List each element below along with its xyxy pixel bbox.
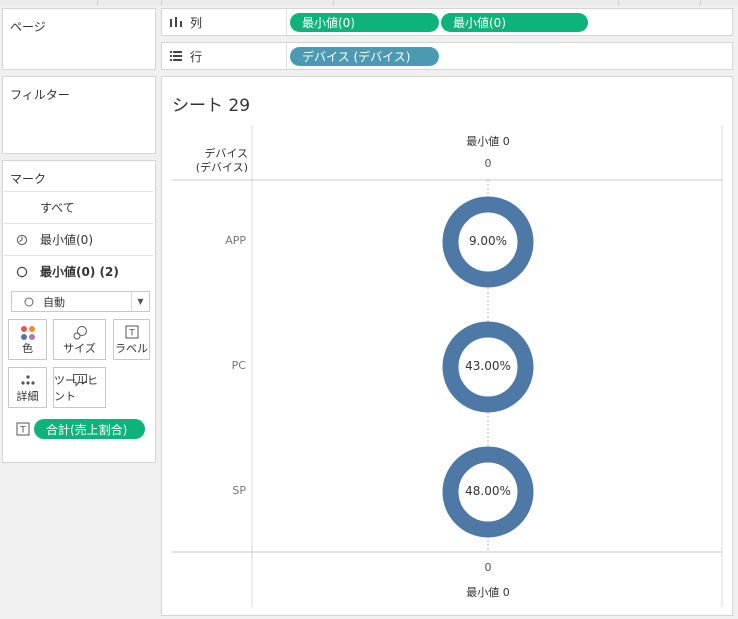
row-label-sp: SP bbox=[232, 484, 246, 497]
mark-type-value: 自動 bbox=[43, 295, 65, 309]
pages-title: ページ bbox=[10, 20, 46, 34]
rows-shelf-title: 行 bbox=[190, 49, 203, 64]
rows-icon bbox=[170, 51, 182, 61]
columns-shelf-title: 列 bbox=[190, 15, 203, 30]
rows-pill-1-text: デバイス (デバイス) bbox=[302, 50, 411, 64]
circle-icon bbox=[16, 266, 28, 277]
columns-shelf[interactable]: 列 最小値(0) 最小値(0) bbox=[161, 8, 733, 36]
tooltip-icon bbox=[72, 374, 87, 387]
text-label-icon: T bbox=[125, 325, 138, 339]
svg-text:T: T bbox=[128, 329, 135, 339]
donut-label-pc: 43.00% bbox=[465, 359, 511, 373]
bottom-axis-title: 最小値 0 bbox=[466, 586, 510, 599]
filters-title: フィルター bbox=[10, 88, 70, 102]
size-icon bbox=[73, 326, 87, 340]
row-label-app: APP bbox=[225, 234, 246, 247]
size-button-label: サイズ bbox=[63, 342, 96, 355]
color-button-label: 色 bbox=[22, 342, 33, 355]
marks-layer-min-2-label: 最小値(0) (2) bbox=[40, 265, 119, 279]
marks-layer-min-2[interactable]: 最小値(0) (2) bbox=[4, 255, 154, 287]
label-field-pill-text: 合計(売上割合) bbox=[46, 422, 128, 437]
pages-panel[interactable]: ページ bbox=[2, 8, 156, 70]
top-strip bbox=[0, 0, 738, 6]
marks-layer-min-1-label: 最小値(0) bbox=[40, 233, 93, 247]
bottom-axis-tick: 0 bbox=[484, 561, 492, 574]
detail-button-label: 詳細 bbox=[16, 390, 39, 403]
marks-title: マーク bbox=[10, 172, 47, 186]
marks-layer-all[interactable]: すべて bbox=[4, 191, 154, 223]
columns-pill-2-text: 最小値(0) bbox=[453, 16, 506, 30]
color-dots-icon bbox=[20, 326, 35, 340]
columns-shelf-label: 列 bbox=[162, 9, 287, 35]
rows-shelf[interactable]: 行 デバイス (デバイス) bbox=[161, 42, 733, 70]
label-button[interactable]: T ラベル bbox=[113, 319, 150, 360]
row-label-pc: PC bbox=[231, 359, 246, 372]
filters-panel[interactable]: フィルター bbox=[2, 76, 156, 154]
label-field-pill[interactable]: 合計(売上割合) bbox=[34, 419, 145, 439]
label-button-label: ラベル bbox=[115, 342, 148, 355]
mark-type-dropdown[interactable]: 自動 ▼ bbox=[11, 291, 150, 312]
size-button[interactable]: サイズ bbox=[53, 319, 106, 360]
clock-icon bbox=[16, 234, 28, 245]
chevron-down-icon[interactable]: ▼ bbox=[131, 292, 149, 311]
rows-pill-1[interactable]: デバイス (デバイス) bbox=[290, 47, 439, 66]
tooltip-button[interactable]: ツールヒント bbox=[53, 367, 106, 408]
svg-text:T: T bbox=[19, 426, 26, 436]
text-label-icon: T bbox=[16, 422, 30, 436]
detail-dots-icon bbox=[20, 375, 35, 385]
donut-chart bbox=[172, 125, 723, 607]
donut-label-sp: 48.00% bbox=[465, 484, 511, 498]
columns-pill-1[interactable]: 最小値(0) bbox=[290, 13, 439, 32]
columns-pill-2[interactable]: 最小値(0) bbox=[441, 13, 588, 32]
marks-layer-all-label: すべて bbox=[40, 201, 75, 215]
detail-button[interactable]: 詳細 bbox=[8, 367, 47, 408]
marks-layer-min-1[interactable]: 最小値(0) bbox=[4, 223, 154, 255]
rows-shelf-label: 行 bbox=[162, 43, 287, 69]
circle-icon bbox=[24, 297, 34, 306]
marks-card: マーク すべて 最小値(0) 最小値(0) (2) 自動 ▼ 色 サイズ T ラ… bbox=[2, 160, 156, 463]
color-button[interactable]: 色 bbox=[8, 319, 47, 360]
columns-icon bbox=[170, 17, 182, 27]
columns-pill-1-text: 最小値(0) bbox=[302, 16, 355, 30]
donut-label-app: 9.00% bbox=[468, 234, 508, 248]
view-panel: シート 29 デバイス (デバイス) 最小値 0 0 APP PC SP 9.0… bbox=[161, 76, 733, 616]
